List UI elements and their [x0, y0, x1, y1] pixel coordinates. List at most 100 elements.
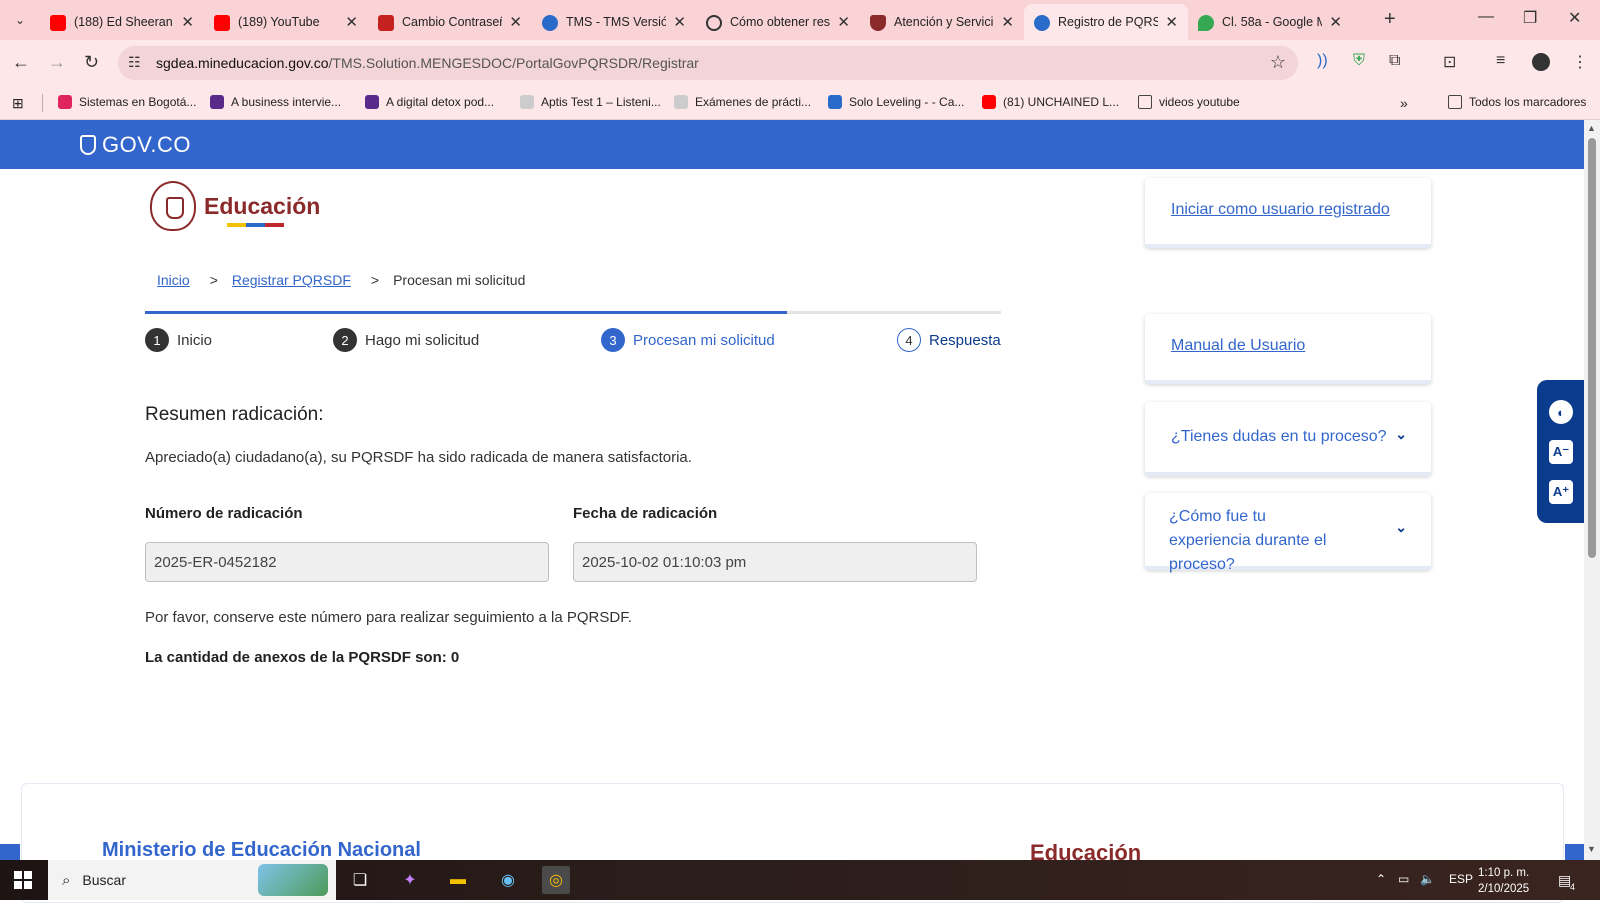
all-bookmarks-label: Todos los marcadores	[1469, 95, 1587, 109]
extensions-icon[interactable]: ⧉	[1389, 52, 1400, 70]
url-host: sgdea.mineducacion.gov.co	[156, 55, 329, 71]
folder-icon	[1138, 95, 1152, 109]
scrollbar-thumb[interactable]	[1588, 138, 1596, 558]
close-tab-icon[interactable]: ✕	[181, 13, 194, 31]
browser-tab[interactable]: (188) Ed Sheeran - ✕	[40, 4, 204, 40]
close-tab-icon[interactable]: ✕	[345, 13, 358, 31]
step-number: 4	[897, 328, 921, 352]
new-tab-icon[interactable]: +	[1384, 8, 1396, 31]
chevron-down-icon[interactable]: ⌄	[1395, 519, 1407, 536]
footer-education-logo[interactable]: Educación	[1030, 840, 1141, 860]
close-tab-icon[interactable]: ✕	[1001, 13, 1014, 31]
bookmark-item[interactable]: Aptis Test 1 – Listeni...	[520, 95, 661, 109]
shield-icon	[870, 15, 886, 31]
bookmark-item[interactable]: (81) UNCHAINED L...	[982, 95, 1119, 109]
scroll-up-icon[interactable]: ▲	[1587, 123, 1596, 133]
step-number: 2	[333, 328, 357, 352]
govco-logo[interactable]: GOV.CO	[80, 132, 191, 158]
apps-grid-icon[interactable]: ⊞	[12, 95, 24, 112]
browser-tab[interactable]: Cambio Contraseñ ✕	[368, 4, 532, 40]
user-manual-link[interactable]: Manual de Usuario	[1171, 337, 1305, 354]
close-tab-icon[interactable]: ✕	[837, 13, 850, 31]
steam-icon[interactable]: ◉	[494, 866, 522, 894]
bookmarks-bar: ⊞ Sistemas en Bogotá... A business inter…	[0, 86, 1600, 120]
more-bookmarks-icon[interactable]: »	[1400, 95, 1408, 111]
language-indicator[interactable]: ESP	[1449, 872, 1473, 886]
forward-icon[interactable]: →	[48, 52, 66, 73]
bookmark-star-icon[interactable]: ☆	[1270, 52, 1286, 73]
browser-tab[interactable]: Atención y Servici ✕	[860, 4, 1024, 40]
close-tab-icon[interactable]: ✕	[673, 13, 686, 31]
youtube-icon	[214, 15, 230, 31]
url-omnibox[interactable]: ☷ sgdea.mineducacion.gov.co/TMS.Solution…	[118, 46, 1298, 80]
restore-icon[interactable]: ❐	[1523, 8, 1537, 28]
extension-shield-icon[interactable]: ⛨	[1353, 52, 1365, 70]
taskbar-search[interactable]: ⌕ Buscar	[48, 860, 336, 900]
bookmark-item[interactable]: A business intervie...	[210, 95, 341, 109]
experience-card[interactable]: ¿Cómo fue tu experiencia durante el proc…	[1145, 493, 1431, 573]
doubts-card[interactable]: ¿Tienes dudas en tu proceso? ⌄	[1145, 402, 1431, 476]
site-settings-icon[interactable]: ☷	[128, 54, 141, 71]
bookmark-label: Aptis Test 1 – Listeni...	[541, 95, 661, 109]
screenshot-icon[interactable]: ⊡	[1443, 52, 1456, 72]
bookmark-folder[interactable]: videos youtube	[1138, 95, 1240, 109]
bookmark-favicon-icon	[365, 95, 379, 109]
browser-tab[interactable]: (189) YouTube ✕	[204, 4, 368, 40]
bookmark-item[interactable]: Sistemas en Bogotá...	[58, 95, 196, 109]
browser-menu-icon[interactable]: ⋮	[1572, 52, 1588, 72]
bookmark-item[interactable]: A digital detox pod...	[365, 95, 494, 109]
profile-avatar[interactable]	[1532, 53, 1550, 71]
close-tab-icon[interactable]: ✕	[1329, 13, 1342, 31]
step-number: 1	[145, 328, 169, 352]
url-text[interactable]: sgdea.mineducacion.gov.co/TMS.Solution.M…	[156, 55, 699, 71]
all-bookmarks-folder[interactable]: Todos los marcadores	[1448, 95, 1586, 109]
bookmark-favicon-icon	[58, 95, 72, 109]
copilot-icon[interactable]: ✦	[396, 866, 424, 894]
close-tab-icon[interactable]: ✕	[509, 13, 522, 31]
tms-icon	[542, 15, 558, 31]
stripe-blue	[246, 223, 265, 227]
breadcrumb-register-link[interactable]: Registrar PQRSDF	[232, 272, 351, 288]
reload-icon[interactable]: ↻	[84, 52, 99, 73]
breadcrumb-home-link[interactable]: Inicio	[157, 272, 190, 288]
contrast-icon[interactable]: ◐	[1549, 400, 1573, 424]
text-decrease-icon[interactable]: A⁻	[1549, 440, 1573, 464]
tray-overflow-icon[interactable]: ⌃	[1376, 872, 1386, 886]
tab-search-icon[interactable]: ⌄	[8, 8, 32, 32]
experience-question: ¿Cómo fue tu experiencia durante el proc…	[1169, 508, 1327, 573]
minimize-icon[interactable]: —	[1478, 8, 1494, 26]
page-scrollbar[interactable]: ▲ ▼	[1584, 120, 1600, 860]
breadcrumb-current: Procesan mi solicitud	[393, 272, 526, 288]
stripe-yellow	[227, 223, 246, 227]
search-highlight-image	[258, 864, 328, 896]
taskbar-clock[interactable]: 1:10 p. m. 2/10/2025	[1478, 865, 1529, 897]
filing-number-field[interactable]: 2025-ER-0452182	[145, 542, 549, 582]
browser-tab[interactable]: TMS - TMS Versión ✕	[532, 4, 696, 40]
back-icon[interactable]: ←	[12, 52, 30, 73]
browser-tab[interactable]: Cl. 58a - Google M ✕	[1188, 4, 1352, 40]
bookmark-item[interactable]: Solo Leveling - - Ca...	[828, 95, 964, 109]
scroll-down-icon[interactable]: ▼	[1587, 844, 1596, 854]
volume-icon[interactable]: 🔈	[1420, 872, 1435, 886]
bookmark-label: A business intervie...	[231, 95, 342, 109]
media-control-icon[interactable]: ≡	[1496, 52, 1505, 70]
browser-tab-active[interactable]: Registro de PQRSD ✕	[1024, 4, 1188, 40]
cast-icon[interactable]: ))	[1317, 52, 1328, 70]
network-icon[interactable]: ▭	[1398, 872, 1409, 886]
close-tab-icon[interactable]: ✕	[1165, 13, 1178, 31]
tab-title: Registro de PQRSD	[1058, 15, 1158, 29]
summary-title: Resumen radicación:	[145, 404, 324, 425]
tab-title: Cambio Contraseñ	[402, 15, 502, 29]
login-registered-user-link[interactable]: Iniciar como usuario registrado	[1171, 201, 1390, 218]
text-increase-icon[interactable]: A⁺	[1549, 480, 1573, 504]
filing-date-field[interactable]: 2025-10-02 01:10:03 pm	[573, 542, 977, 582]
file-explorer-icon[interactable]: ▬	[444, 866, 472, 894]
chrome-icon[interactable]: ◎	[542, 866, 570, 894]
windows-start-icon[interactable]	[14, 871, 32, 889]
accessibility-toolbar: ◐ A⁻ A⁺	[1537, 380, 1584, 523]
task-view-icon[interactable]: ❏	[346, 866, 374, 894]
bookmark-item[interactable]: Exámenes de prácti...	[674, 95, 811, 109]
chevron-down-icon[interactable]: ⌄	[1395, 426, 1407, 443]
close-window-icon[interactable]: ✕	[1568, 8, 1581, 28]
browser-tab[interactable]: Cómo obtener res ✕	[696, 4, 860, 40]
